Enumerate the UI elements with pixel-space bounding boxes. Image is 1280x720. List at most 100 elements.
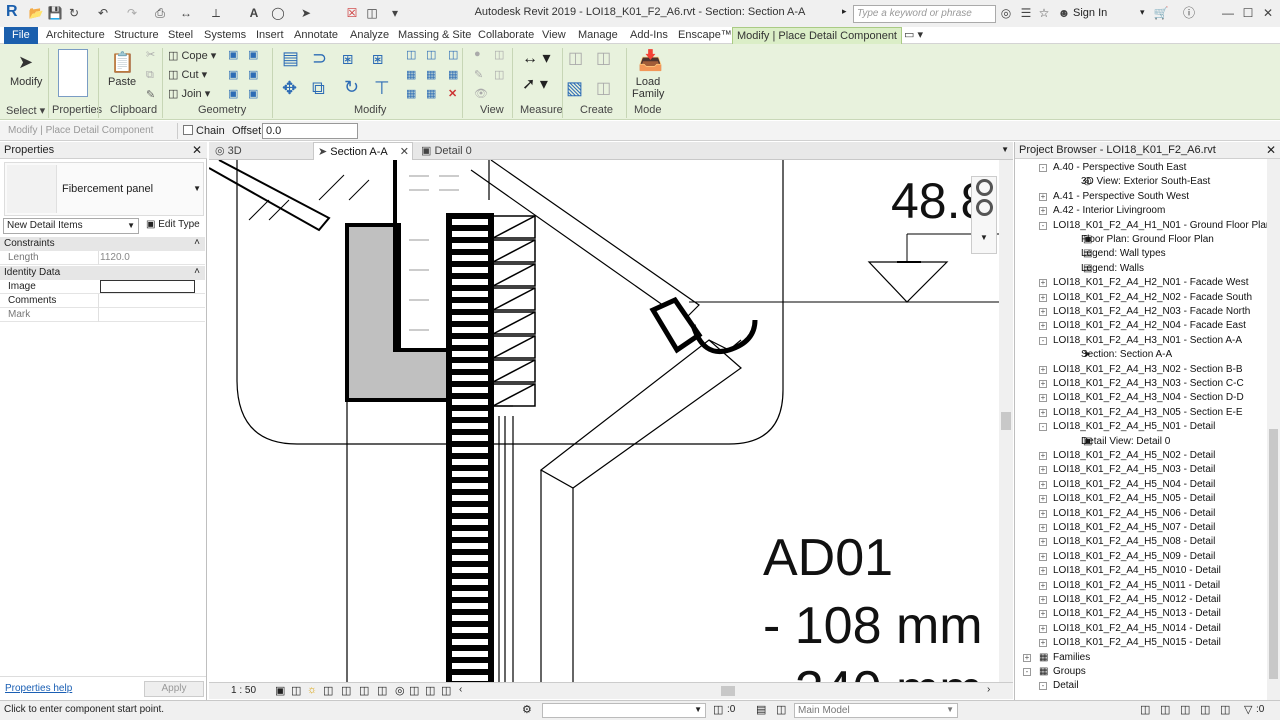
split-icon[interactable]: ◫ — [406, 48, 416, 61]
match-type-icon[interactable]: ✎ — [146, 88, 155, 101]
tree-toggle-icon[interactable]: + — [1039, 466, 1047, 475]
tree-toggle-icon[interactable]: + — [1039, 596, 1047, 604]
unpin-icon[interactable]: ▦ — [448, 68, 458, 81]
prop-row-length[interactable]: Length 1120.0 — [0, 251, 205, 265]
mirror-axis-icon[interactable]: ⧆ — [342, 48, 353, 69]
minimize-icon[interactable]: — — [1220, 5, 1236, 21]
browser-scrollbar[interactable] — [1267, 159, 1280, 702]
close-tab-icon[interactable]: ✕ — [400, 145, 409, 158]
menu-tab-collaborate[interactable]: Collaborate — [476, 27, 536, 44]
geometry-tool-icon[interactable]: ▣ — [248, 48, 258, 61]
similar-icon[interactable]: ◫ — [596, 78, 611, 98]
close-browser-icon[interactable]: ✕ — [1266, 143, 1276, 157]
constraints-icon[interactable]: ◫ — [441, 684, 451, 697]
browser-item[interactable]: LOI18_K01_F2_A4_H5_N08 - Detail — [1053, 535, 1215, 549]
browser-item[interactable]: LOI18_K01_F2_A4_H5_N06 - Detail — [1053, 507, 1215, 521]
browser-item[interactable]: LOI18_K01_F2_A4_H3_N03 - Section C-C — [1053, 377, 1244, 391]
scroll-left-icon[interactable]: ‹ — [459, 684, 462, 695]
geometry-tool-icon[interactable]: ▣ — [228, 68, 238, 81]
tree-toggle-icon[interactable]: + — [1039, 293, 1047, 302]
tree-toggle-icon[interactable]: + — [1039, 322, 1047, 331]
menu-tab-systems[interactable]: Systems — [202, 27, 248, 44]
search-input[interactable]: Type a keyword or phrase — [853, 5, 996, 23]
navigation-bar[interactable]: ▼ — [971, 176, 997, 254]
menu-tab-add-ins[interactable]: Add-Ins — [628, 27, 670, 44]
create-group-icon[interactable]: ▧ — [566, 78, 583, 99]
tree-toggle-icon[interactable]: + — [1039, 509, 1047, 518]
browser-item[interactable]: Section: Section A-A — [1081, 348, 1172, 362]
menu-tab-manage[interactable]: Manage — [576, 27, 620, 44]
menu-tab-structure[interactable]: Structure — [112, 27, 161, 44]
browser-item[interactable]: LOI18_K01_F2_A4_H5_N03 - Detail — [1053, 463, 1215, 477]
dimension-aligned-icon[interactable]: ➚ ▾ — [522, 74, 548, 94]
browser-item[interactable]: Legend: Wall types — [1081, 247, 1166, 261]
modify-button[interactable]: Modify — [10, 76, 42, 88]
menu-tab-steel[interactable]: Steel — [166, 27, 195, 44]
properties-button[interactable] — [58, 49, 88, 97]
shadows-icon[interactable]: ◫ — [323, 684, 333, 697]
zoom-icon[interactable] — [976, 199, 993, 216]
cut-button[interactable]: ◫ Cut ▾ — [168, 68, 207, 81]
search-arrow-icon[interactable]: ▸ — [842, 6, 847, 17]
align-icon[interactable]: ▤ — [282, 48, 299, 69]
prop-row-image[interactable]: Image — [0, 280, 205, 294]
create-parts-icon[interactable]: ◫ — [596, 48, 611, 68]
reveal-hidden-icon[interactable]: ◎ — [395, 684, 405, 697]
measure-distance-icon[interactable]: ↔ ▾ — [522, 48, 550, 68]
horizontal-scroll-thumb[interactable] — [721, 686, 735, 696]
crop-view-icon[interactable]: ◫ — [341, 684, 351, 697]
steering-wheel-icon[interactable] — [976, 179, 993, 196]
apply-button[interactable]: Apply — [144, 681, 204, 697]
geometry-tool-icon[interactable]: ▣ — [248, 68, 258, 81]
instance-filter-dropdown[interactable]: New Detail Items ▼ — [3, 218, 139, 234]
linework-icon[interactable]: ◫ — [494, 48, 504, 61]
tree-toggle-icon[interactable]: + — [1039, 552, 1047, 561]
show-crop-icon[interactable]: ◫ — [359, 684, 369, 697]
view-scale[interactable]: 1 : 50 — [231, 685, 256, 696]
image-value-field[interactable] — [100, 280, 195, 293]
browser-item[interactable]: Groups — [1053, 665, 1086, 679]
sun-path-icon[interactable]: ☼ — [307, 684, 317, 696]
visual-style-icon[interactable]: ◫ — [291, 684, 301, 697]
tree-toggle-icon[interactable]: + — [1039, 480, 1047, 489]
tree-toggle-icon[interactable]: + — [1039, 192, 1047, 201]
join-button[interactable]: ◫ Join ▾ — [168, 87, 210, 100]
prop-row-mark[interactable]: Mark — [0, 308, 205, 322]
browser-item[interactable]: LOI18_K01_F2_A4_H5_N015 - Detail — [1053, 636, 1221, 650]
browser-item[interactable]: LOI18_K01_F2_A4_H2_N02 - Facade South — [1053, 291, 1252, 305]
menu-tab-view[interactable]: View — [540, 27, 568, 44]
tab-3d[interactable]: ◎ 3D — [211, 142, 311, 160]
filter-select-icon[interactable]: ▽ — [1244, 703, 1252, 716]
editing-requests-icon[interactable]: ◫ — [776, 703, 786, 716]
browser-item[interactable]: Detail — [1053, 679, 1079, 693]
browser-item[interactable]: LOI18_K01_F2_A4_H5_N011 - Detail — [1053, 579, 1220, 593]
menu-tab-analyze[interactable]: Analyze — [348, 27, 391, 44]
tree-toggle-icon[interactable]: + — [1039, 308, 1047, 316]
filter-icon[interactable]: ◫ — [713, 703, 723, 716]
paste-button[interactable]: Paste — [108, 76, 136, 88]
select-links-icon[interactable]: ◫ — [1140, 703, 1150, 716]
rotate-icon[interactable]: ↻ — [344, 77, 359, 98]
ribbon-display-toggle-icon[interactable]: ▭ ▾ — [902, 27, 925, 44]
tree-toggle-icon[interactable]: + — [1039, 279, 1047, 288]
tree-toggle-icon[interactable]: + — [1023, 653, 1031, 662]
menu-tab-architecture[interactable]: Architecture — [44, 27, 107, 44]
override-pen-icon[interactable]: ✎ — [474, 68, 483, 81]
browser-item[interactable]: LOI18_K01_F2_A4_H3_N01 - Section A-A — [1053, 334, 1242, 348]
sign-in-dropdown-icon[interactable]: ▾ — [1140, 7, 1145, 18]
geometry-tool-icon[interactable]: ▣ — [248, 87, 258, 100]
tree-toggle-icon[interactable]: - — [1023, 668, 1031, 676]
linework-icon[interactable]: ◫ — [494, 68, 504, 81]
browser-item[interactable]: LOI18_K01_F2_A4_H5_N09 - Detail — [1053, 550, 1215, 564]
browser-item[interactable]: LOI18_K01_F2_A4_H5_N07 - Detail — [1053, 521, 1215, 535]
tree-toggle-icon[interactable]: - — [1039, 682, 1047, 691]
browser-item[interactable]: LOI18_K01_F2_A4_H5_N012 - Detail — [1053, 593, 1221, 607]
browser-item[interactable]: LOI18_K01_F2_A4_H3_N04 - Section D-D — [1053, 391, 1244, 405]
group-identity-data[interactable]: Identity Data ˄ — [0, 266, 205, 280]
sign-in-link[interactable]: Sign In — [1073, 7, 1107, 19]
browser-item[interactable]: LOI18_K01_F2_A4_H5_N05 - Detail — [1053, 492, 1215, 506]
geometry-tool-icon[interactable]: ▣ — [228, 48, 238, 61]
worksharing-icon[interactable]: ◫ — [409, 684, 419, 697]
tree-toggle-icon[interactable]: - — [1039, 221, 1047, 230]
tree-toggle-icon[interactable]: + — [1039, 365, 1047, 374]
